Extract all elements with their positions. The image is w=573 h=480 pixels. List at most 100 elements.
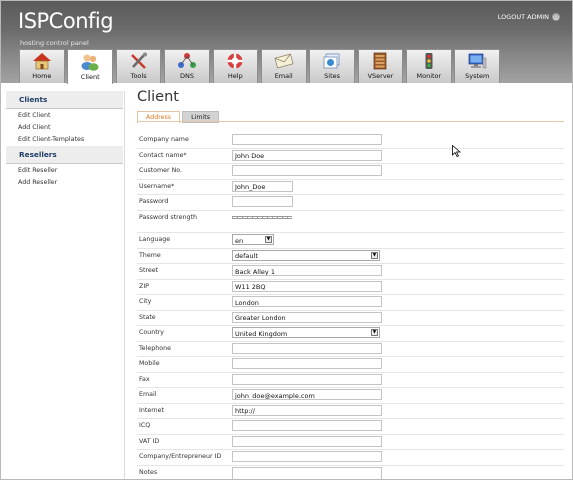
app-window: ISPConfig hosting control panel LOGOUT A… — [0, 0, 573, 480]
street-label: Street — [139, 267, 159, 274]
sites-icon — [321, 51, 343, 71]
email-input[interactable]: john_doe@example.com — [232, 389, 382, 400]
notes-textarea[interactable] — [232, 466, 382, 479]
power-icon: ⏻ — [552, 13, 560, 21]
company-name-label: Company name — [139, 136, 189, 143]
chevron-down-icon: ▼ — [265, 236, 272, 243]
username-label: Username* — [139, 182, 175, 190]
logout-button[interactable]: LOGOUT ADMIN ⏻ — [498, 13, 560, 21]
app-tagline: hosting control panel — [20, 39, 89, 47]
header-bar: ISPConfig hosting control panel LOGOUT A… — [1, 1, 572, 84]
app-logo: ISPConfig — [18, 9, 114, 33]
sidebar-item-edit-client-templates[interactable]: Edit Client-Templates — [6, 134, 123, 146]
tab-system[interactable]: System — [454, 49, 501, 83]
username-input[interactable]: John_Doe — [232, 180, 293, 192]
tab-label: Client — [80, 73, 100, 81]
sidebar-heading-resellers: Resellers — [6, 146, 123, 165]
tools-icon — [128, 51, 150, 71]
contact-name-label: Contact name* — [139, 151, 187, 159]
form-row-notes: Notes — [137, 466, 564, 479]
password-label: Password — [139, 198, 169, 205]
sidebar-heading-clients: Clients — [6, 91, 123, 109]
contact-name-input[interactable]: John Doe — [232, 149, 382, 161]
sidebar-divider — [124, 91, 125, 479]
customer-no-input[interactable] — [232, 165, 382, 176]
country-value: United Kingdom — [235, 329, 288, 338]
tab-help[interactable]: Help — [212, 49, 259, 83]
internet-input[interactable]: http:// — [232, 404, 382, 416]
form-row-company-id: Company/Entrepreneur ID — [137, 450, 564, 466]
form-row-contact-name: Contact name* John Doe — [137, 149, 564, 164]
theme-label: Theme — [139, 251, 161, 259]
vat-id-label: VAT ID — [139, 437, 160, 445]
zip-input[interactable]: W11 2BQ — [232, 280, 382, 292]
form-row-company-name: Company name — [137, 133, 564, 149]
language-label: Language — [139, 236, 171, 243]
sidebar-item-edit-client[interactable]: Edit Client — [6, 109, 123, 121]
telephone-input[interactable] — [232, 342, 382, 354]
internet-label: Internet — [139, 406, 165, 414]
vat-id-input[interactable] — [232, 435, 382, 447]
city-label: City — [139, 298, 152, 305]
form-row-telephone: Telephone — [137, 342, 564, 357]
form-row-state: State Greater London — [137, 311, 564, 326]
tab-home[interactable]: Home — [19, 49, 65, 83]
email-icon — [273, 51, 295, 71]
sidebar-item-add-reseller[interactable]: Add Reseller — [6, 177, 123, 189]
form-row-password-strength: Password strength — [137, 211, 564, 233]
page-title: Client — [137, 89, 179, 105]
form-row-internet: Internet http:// — [137, 404, 564, 419]
tab-monitor[interactable]: Monitor — [406, 49, 452, 83]
form-row-customer-no: Customer No. — [137, 164, 564, 180]
fax-label: Fax — [139, 375, 150, 383]
form-row-email: Email john_doe@example.com — [137, 388, 564, 404]
module-tabs: Home Client Tools DNS Help Email Sites V… — [19, 49, 501, 84]
icq-input[interactable] — [232, 420, 382, 431]
company-name-input[interactable] — [232, 134, 382, 145]
password-input[interactable] — [232, 196, 293, 207]
form-row-vat-id: VAT ID — [137, 435, 564, 450]
state-input[interactable]: Greater London — [232, 311, 382, 323]
language-select[interactable]: en ▼ — [232, 234, 274, 245]
form-row-mobile: Mobile — [137, 357, 564, 373]
sidebar: Clients Edit Client Add Client Edit Clie… — [6, 91, 123, 189]
mobile-label: Mobile — [139, 360, 160, 367]
tab-label: Email — [274, 72, 293, 80]
tab-label: System — [465, 72, 490, 80]
mobile-input[interactable] — [232, 358, 382, 369]
customer-no-label: Customer No. — [139, 167, 183, 174]
city-input[interactable]: London — [232, 296, 382, 307]
logout-label: LOGOUT ADMIN — [497, 13, 549, 21]
tab-tools[interactable]: Tools — [115, 49, 162, 83]
tab-label: Monitor — [416, 72, 442, 80]
company-id-input[interactable] — [232, 451, 382, 462]
street-input[interactable]: Back Alley 1 — [232, 265, 382, 276]
tab-email[interactable]: Email — [260, 49, 307, 83]
country-label: Country — [139, 329, 165, 336]
tab-client[interactable]: Client — [67, 49, 114, 84]
chevron-down-icon: ▼ — [371, 251, 378, 259]
fax-input[interactable] — [232, 373, 382, 385]
tab-label: DNS — [179, 72, 194, 80]
tab-label: Sites — [324, 72, 341, 80]
tab-label: Help — [227, 72, 243, 80]
dns-icon — [176, 51, 198, 71]
password-strength-label: Password strength — [139, 213, 197, 221]
form-row-password: Password — [137, 195, 564, 211]
sidebar-item-edit-reseller[interactable]: Edit Reseller — [6, 164, 123, 176]
tab-dns[interactable]: DNS — [164, 49, 210, 83]
telephone-label: Telephone — [139, 344, 171, 352]
chevron-down-icon: ▼ — [371, 329, 378, 336]
sidebar-item-add-client[interactable]: Add Client — [6, 121, 123, 133]
form-row-zip: ZIP W11 2BQ — [137, 280, 564, 295]
country-select[interactable]: United Kingdom ▼ — [232, 327, 380, 338]
tab-sites[interactable]: Sites — [309, 49, 355, 83]
email-label: Email — [139, 391, 157, 398]
state-label: State — [139, 313, 156, 321]
theme-select[interactable]: default ▼ — [232, 249, 380, 261]
system-icon — [466, 51, 488, 71]
tab-vserver[interactable]: VServer — [357, 49, 404, 83]
form-row-city: City London — [137, 295, 564, 311]
theme-value: default — [235, 252, 258, 260]
monitor-icon — [418, 51, 440, 71]
